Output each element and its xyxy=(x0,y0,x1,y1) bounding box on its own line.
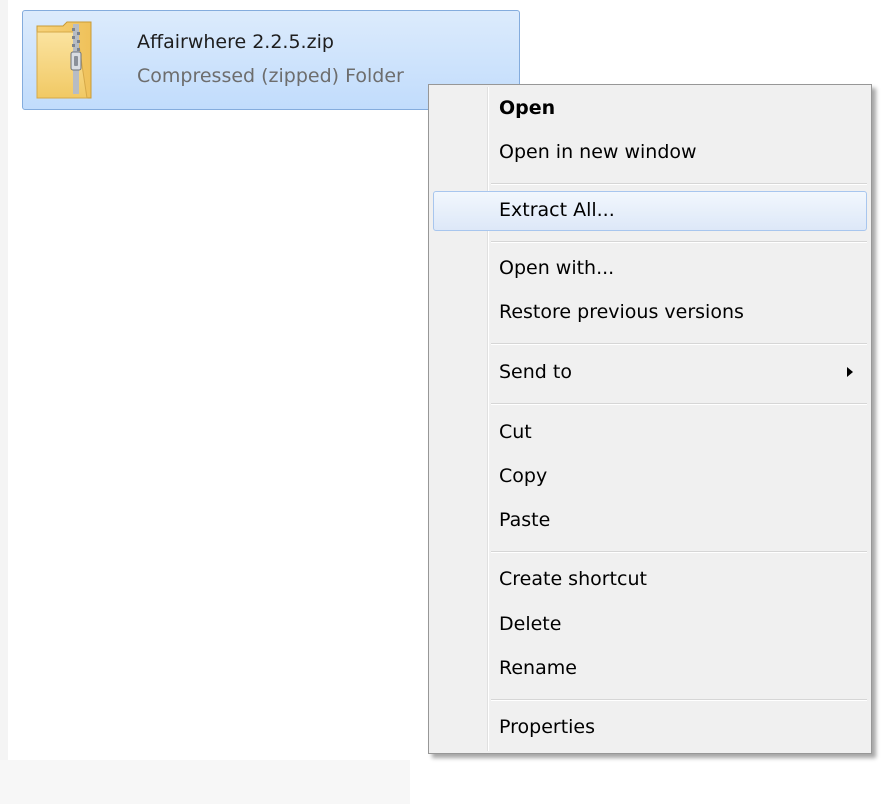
menu-item-label: Copy xyxy=(499,465,548,487)
left-edge-shade xyxy=(0,0,8,804)
menu-item-rename[interactable]: Rename xyxy=(433,649,867,689)
menu-separator xyxy=(491,699,867,701)
menu-item-delete[interactable]: Delete xyxy=(433,605,867,645)
menu-item-cut[interactable]: Cut xyxy=(433,413,867,453)
zip-folder-icon xyxy=(36,21,92,99)
menu-separator xyxy=(491,241,867,243)
menu-item-label: Delete xyxy=(499,613,562,635)
menu-item-label: Open in new window xyxy=(499,141,697,163)
menu-item-label: Open xyxy=(499,97,556,119)
menu-item-open[interactable]: Open xyxy=(433,89,867,129)
menu-item-paste[interactable]: Paste xyxy=(433,501,867,541)
menu-separator xyxy=(491,551,867,553)
context-menu: Open Open in new window Extract All... O… xyxy=(428,84,872,754)
menu-item-label: Paste xyxy=(499,509,551,531)
file-name: Affairwhere 2.2.5.zip xyxy=(137,31,334,53)
bottom-edge-shade xyxy=(0,760,410,804)
menu-item-label: Extract All... xyxy=(499,199,615,221)
menu-item-create-shortcut[interactable]: Create shortcut xyxy=(433,560,867,600)
menu-item-send-to[interactable]: Send to xyxy=(433,353,867,393)
menu-item-label: Rename xyxy=(499,657,577,679)
menu-item-label: Open with... xyxy=(499,257,615,279)
chevron-right-icon xyxy=(847,367,853,377)
menu-item-label: Send to xyxy=(499,361,572,383)
menu-separator xyxy=(491,343,867,345)
menu-item-properties[interactable]: Properties xyxy=(433,708,867,748)
menu-item-open-in-new-window[interactable]: Open in new window xyxy=(433,133,867,173)
menu-item-label: Properties xyxy=(499,716,596,738)
menu-item-label: Restore previous versions xyxy=(499,301,744,323)
menu-separator xyxy=(491,403,867,405)
menu-item-open-with[interactable]: Open with... xyxy=(433,249,867,289)
explorer-view: Affairwhere 2.2.5.zip Compressed (zipped… xyxy=(0,0,888,804)
menu-item-extract-all[interactable]: Extract All... xyxy=(433,191,867,231)
file-type: Compressed (zipped) Folder xyxy=(137,65,404,87)
menu-item-label: Cut xyxy=(499,421,532,443)
menu-separator xyxy=(491,183,867,185)
menu-item-label: Create shortcut xyxy=(499,568,647,590)
menu-item-copy[interactable]: Copy xyxy=(433,457,867,497)
menu-item-restore-previous-versions[interactable]: Restore previous versions xyxy=(433,293,867,333)
